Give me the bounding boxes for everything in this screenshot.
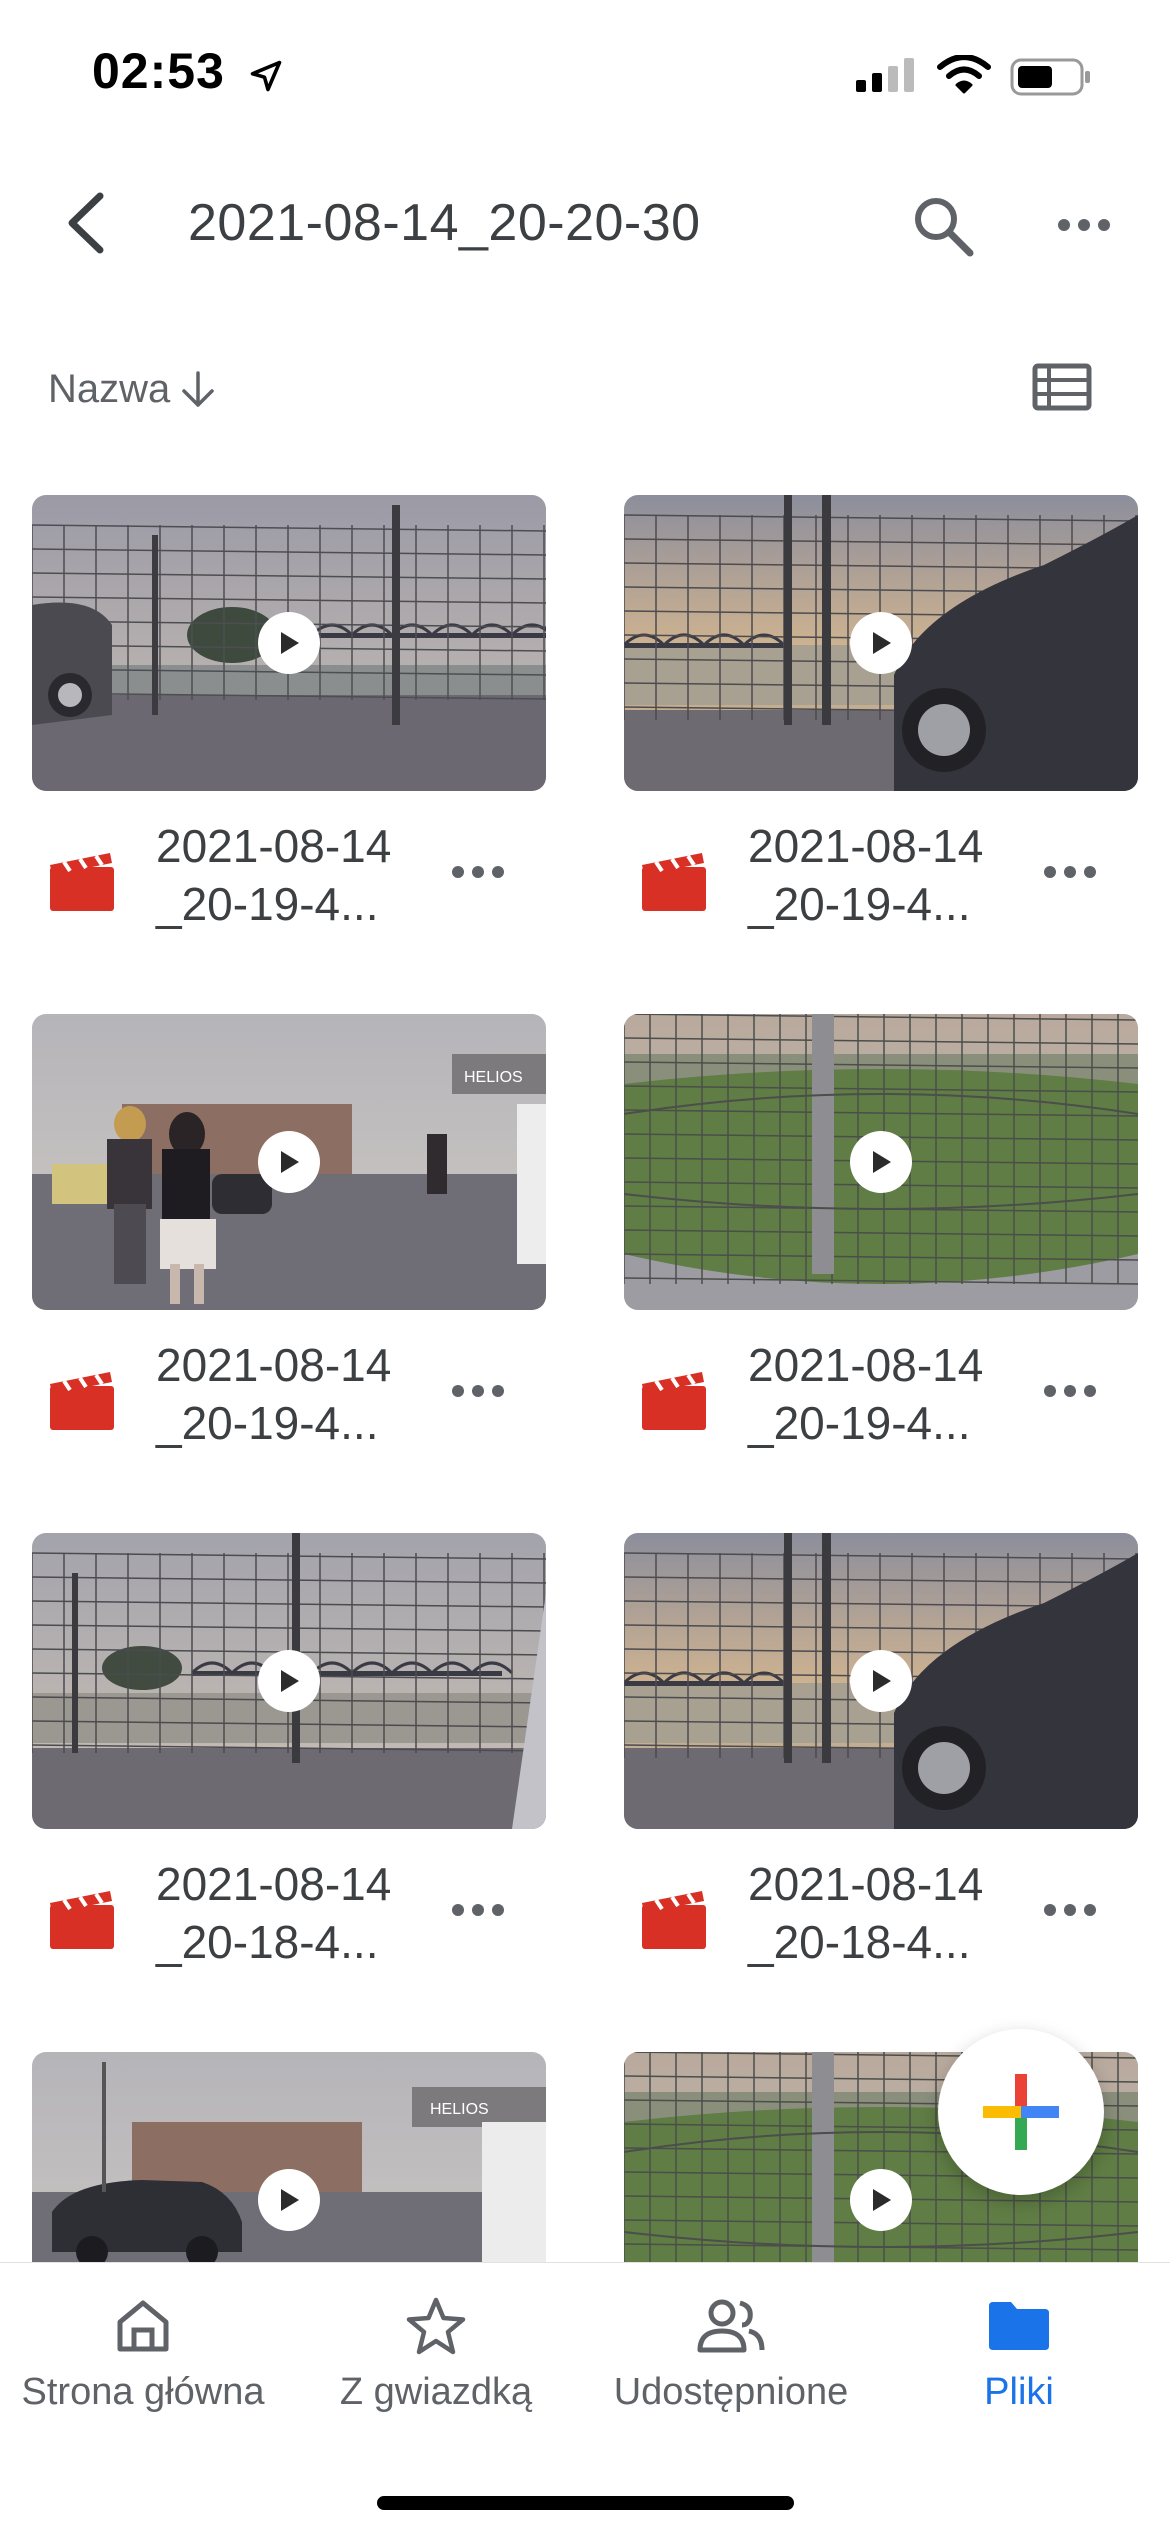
nav-label-shared: Udostępnione (613, 2371, 849, 2413)
new-button[interactable] (938, 2029, 1104, 2195)
nav-files[interactable]: Pliki (916, 2263, 1122, 2443)
file-more-icon[interactable] (450, 857, 506, 887)
star-icon (406, 2297, 466, 2355)
home-icon (117, 2300, 169, 2352)
file-name: 2021-08-14 _20-19-4... (156, 817, 456, 933)
play-icon[interactable] (850, 2169, 912, 2231)
search-icon[interactable] (910, 193, 976, 259)
plus-icon (983, 2074, 1059, 2150)
shared-people-icon (697, 2299, 765, 2353)
file-name-line1: 2021-08-14 (156, 1858, 392, 1910)
wifi-icon (937, 55, 991, 94)
video-file-icon (642, 1372, 706, 1430)
video-thumbnail[interactable] (624, 1533, 1138, 1829)
file-name: 2021-08-14 _20-18-4... (748, 1855, 1048, 1971)
file-name-line2: _20-18-4... (748, 1916, 971, 1968)
video-file-icon (642, 1891, 706, 1949)
file-name: 2021-08-14 _20-19-4... (156, 1336, 456, 1452)
play-icon[interactable] (258, 2169, 320, 2231)
file-name-line2: _20-19-4... (748, 1397, 971, 1449)
file-name-line1: 2021-08-14 (748, 820, 984, 872)
folder-icon (989, 2302, 1049, 2350)
location-arrow-icon (250, 60, 282, 92)
video-file-icon (50, 1891, 114, 1949)
file-name-line2: _20-19-4... (156, 878, 379, 930)
status-bar: 02:53 (0, 0, 1170, 150)
nav-label-files: Pliki (984, 2371, 1054, 2413)
nav-shared[interactable]: Udostępnione (602, 2263, 860, 2443)
file-name: 2021-08-14 _20-19-4... (748, 1336, 1048, 1452)
play-icon[interactable] (258, 1131, 320, 1193)
video-thumbnail[interactable] (32, 495, 546, 791)
file-more-icon[interactable] (450, 1376, 506, 1406)
video-thumbnail[interactable] (624, 495, 1138, 791)
home-indicator (377, 2496, 794, 2510)
status-time: 02:53 (92, 43, 225, 99)
file-more-icon[interactable] (1042, 857, 1098, 887)
svg-text:HELIOS: HELIOS (464, 1069, 523, 1086)
play-icon[interactable] (850, 1650, 912, 1712)
file-name-line2: _20-18-4... (156, 1916, 379, 1968)
file-name: 2021-08-14 _20-18-4... (156, 1855, 456, 1971)
video-file-icon (50, 853, 114, 911)
video-thumbnail[interactable]: HELIOS (32, 1014, 546, 1310)
file-name-line1: 2021-08-14 (748, 1858, 984, 1910)
nav-home[interactable]: Strona główna (12, 2263, 274, 2443)
more-options-icon[interactable] (1056, 205, 1112, 245)
file-more-icon[interactable] (1042, 1376, 1098, 1406)
arrow-down-icon (182, 370, 215, 407)
file-name-line2: _20-19-4... (748, 878, 971, 930)
nav-label-home: Strona główna (21, 2371, 265, 2413)
file-name-line1: 2021-08-14 (748, 1339, 984, 1391)
video-file-icon (642, 853, 706, 911)
file-name: 2021-08-14 _20-19-4... (748, 817, 1048, 933)
play-icon[interactable] (850, 1131, 912, 1193)
sort-by-name-button[interactable]: Nazwa (48, 367, 218, 412)
folder-title: 2021-08-14_20-20-30 (188, 194, 701, 252)
back-arrow-icon[interactable] (56, 188, 116, 258)
play-icon[interactable] (258, 1650, 320, 1712)
play-icon[interactable] (258, 612, 320, 674)
file-more-icon[interactable] (1042, 1895, 1098, 1925)
file-more-icon[interactable] (450, 1895, 506, 1925)
nav-starred[interactable]: Z gwiazdką (318, 2263, 554, 2443)
play-icon[interactable] (850, 612, 912, 674)
sort-label: Nazwa (48, 367, 171, 411)
file-name-line1: 2021-08-14 (156, 1339, 392, 1391)
file-name-line1: 2021-08-14 (156, 820, 392, 872)
nav-label-starred: Z gwiazdką (339, 2371, 533, 2413)
battery-icon (1010, 58, 1090, 96)
svg-text:HELIOS: HELIOS (430, 2101, 489, 2118)
video-file-icon (50, 1372, 114, 1430)
video-thumbnail[interactable] (624, 1014, 1138, 1310)
file-name-line2: _20-19-4... (156, 1397, 379, 1449)
list-view-icon[interactable] (1032, 362, 1092, 412)
cellular-signal-icon (856, 58, 914, 92)
video-thumbnail[interactable] (32, 1533, 546, 1829)
bottom-navigation: Strona główna Z gwiazdką Udostępnione Pl… (0, 2262, 1170, 2533)
